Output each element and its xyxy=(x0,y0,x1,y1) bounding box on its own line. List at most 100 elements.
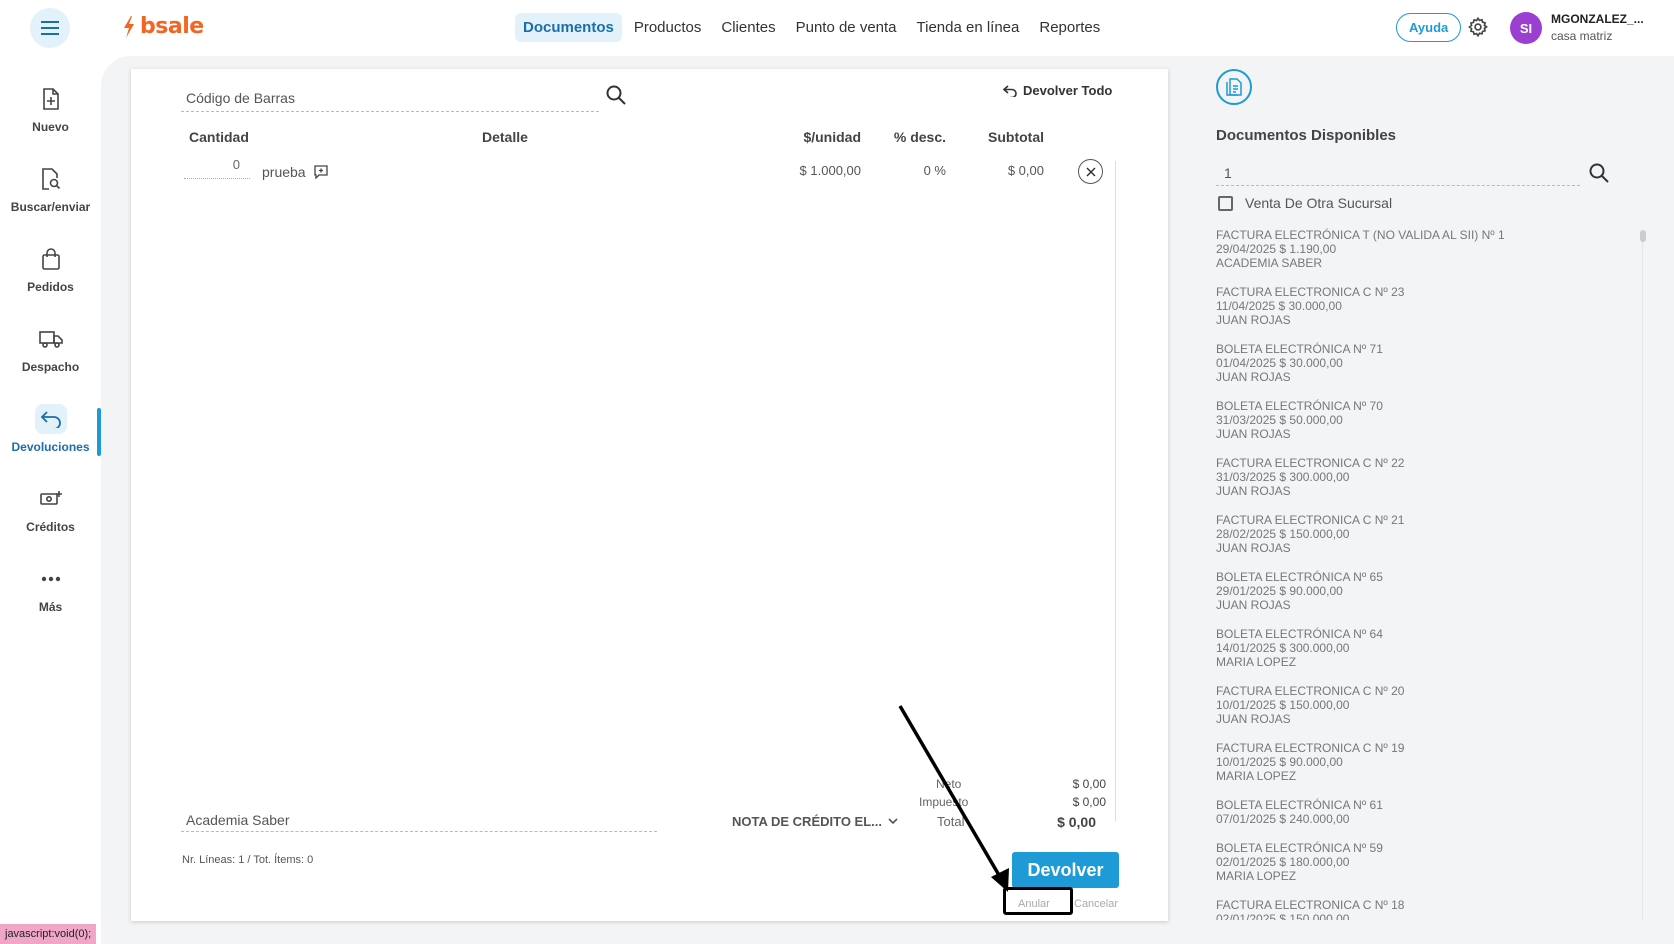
user-name[interactable]: MGONZALEZ_... xyxy=(1551,12,1644,26)
col-header-subtotal: Subtotal xyxy=(988,129,1044,145)
gear-icon xyxy=(1468,16,1488,38)
docs-search-button[interactable] xyxy=(1588,162,1610,189)
sidebar-item-buscar[interactable]: Buscar/enviar xyxy=(0,164,101,214)
col-header-discount: % desc. xyxy=(893,129,946,145)
user-branch: casa matriz xyxy=(1551,29,1613,43)
file-plus-icon xyxy=(35,84,67,114)
other-branch-label: Venta De Otra Sucursal xyxy=(1245,195,1393,211)
settings-button[interactable] xyxy=(1467,16,1489,43)
document-type-select[interactable]: NOTA DE CRÉDITO EL... xyxy=(732,814,898,829)
cancel-link[interactable]: Cancelar xyxy=(1074,898,1118,910)
scrollbar-track xyxy=(1642,230,1643,920)
sidebar-item-creditos[interactable]: Créditos xyxy=(0,484,101,534)
col-header-unit-price: $/unidad xyxy=(803,129,861,145)
sidebar-item-pedidos[interactable]: Pedidos xyxy=(0,244,101,294)
scrollbar-thumb[interactable] xyxy=(1640,230,1646,242)
row-unit-price: $ 1.000,00 xyxy=(799,163,861,178)
nav-punto-de-venta[interactable]: Punto de venta xyxy=(788,13,905,42)
other-branch-checkbox[interactable]: Venta De Otra Sucursal xyxy=(1218,195,1392,211)
total-label: Total xyxy=(937,814,965,829)
list-item[interactable]: FACTURA ELECTRÓNICA T (NO VALIDA AL SII)… xyxy=(1216,228,1628,285)
sidebar-item-devoluciones[interactable]: Devoluciones xyxy=(0,404,101,454)
total-value: $ 0,00 xyxy=(1057,814,1096,830)
barcode-input[interactable]: Código de Barras xyxy=(181,86,599,112)
list-item[interactable]: BOLETA ELECTRÓNICA Nº 71 01/04/2025 $ 30.… xyxy=(1216,342,1628,399)
list-item[interactable]: BOLETA ELECTRÓNICA Nº 59 02/01/2025 $ 180… xyxy=(1216,841,1628,898)
net-value: $ 0,00 xyxy=(1072,777,1106,791)
list-item[interactable]: FACTURA ELECTRONICA C Nº 18 02/01/2025 $ … xyxy=(1216,898,1628,920)
sidebar-item-label: Buscar/enviar xyxy=(10,200,91,214)
sidebar-item-despacho[interactable]: Despacho xyxy=(0,324,101,374)
avatar[interactable]: SI xyxy=(1510,12,1542,44)
divider xyxy=(1115,161,1116,821)
search-icon xyxy=(606,85,626,105)
top-bar: bsale Documentos Productos Clientes Punt… xyxy=(0,0,1674,56)
tax-value: $ 0,00 xyxy=(1072,795,1106,809)
quantity-input[interactable]: 0 xyxy=(184,157,250,179)
list-item[interactable]: FACTURA ELECTRONICA C Nº 20 10/01/2025 $ … xyxy=(1216,684,1628,741)
document-type-label: NOTA DE CRÉDITO EL... xyxy=(732,814,882,829)
highlight-box xyxy=(1003,887,1073,915)
product-name: prueba xyxy=(262,164,306,180)
return-arrow-icon xyxy=(34,404,67,434)
list-item[interactable]: BOLETA ELECTRÓNICA Nº 61 07/01/2025 $ 240… xyxy=(1216,798,1628,841)
sidebar-item-label: Despacho xyxy=(21,360,80,374)
col-header-quantity: Cantidad xyxy=(189,129,249,145)
hamburger-icon xyxy=(41,21,59,35)
sidebar-item-label: Devoluciones xyxy=(11,440,90,454)
documents-button[interactable] xyxy=(1216,69,1252,105)
list-item[interactable]: FACTURA ELECTRONICA C Nº 19 10/01/2025 $ … xyxy=(1216,741,1628,798)
checkbox-icon[interactable] xyxy=(1218,195,1233,211)
returns-card: Código de Barras Devolver Todo Cantidad … xyxy=(131,69,1168,921)
client-input[interactable]: Academia Saber xyxy=(181,808,657,832)
docs-search-input[interactable]: 1 xyxy=(1216,162,1580,186)
list-item[interactable]: BOLETA ELECTRÓNICA Nº 65 29/01/2025 $ 90.… xyxy=(1216,570,1628,627)
list-item[interactable]: FACTURA ELECTRONICA C Nº 23 11/04/2025 $ … xyxy=(1216,285,1628,342)
logo-text: bsale xyxy=(140,14,204,39)
top-nav: Documentos Productos Clientes Punto de v… xyxy=(515,13,1108,42)
lines-summary: Nr. Líneas: 1 / Tot. Ítems: 0 xyxy=(182,854,314,866)
list-item[interactable]: BOLETA ELECTRÓNICA Nº 70 31/03/2025 $ 50.… xyxy=(1216,399,1628,456)
list-item[interactable]: BOLETA ELECTRÓNICA Nº 64 14/01/2025 $ 300… xyxy=(1216,627,1628,684)
bsale-logo-icon xyxy=(124,15,134,38)
truck-icon xyxy=(35,324,67,354)
barcode-search-button[interactable] xyxy=(605,84,627,111)
money-icon xyxy=(35,484,67,514)
status-bar: javascript:void(0); xyxy=(0,924,97,944)
file-search-icon xyxy=(35,164,67,194)
search-icon xyxy=(1589,163,1609,183)
sidebar-item-mas[interactable]: Más xyxy=(0,564,101,614)
tax-label: Impuesto xyxy=(919,795,969,809)
more-dots-icon xyxy=(35,564,67,594)
return-arrow-icon xyxy=(1003,84,1017,97)
return-button[interactable]: Devolver xyxy=(1012,852,1119,888)
sidebar: Nuevo Buscar/enviar Pedidos Despacho Dev… xyxy=(0,56,101,944)
logo[interactable]: bsale xyxy=(122,14,204,39)
nav-clientes[interactable]: Clientes xyxy=(713,13,783,42)
menu-button[interactable] xyxy=(30,8,70,48)
shopping-bag-icon xyxy=(35,244,67,274)
list-item[interactable]: FACTURA ELECTRONICA C Nº 21 28/02/2025 $ … xyxy=(1216,513,1628,570)
return-all-label: Devolver Todo xyxy=(1023,83,1113,98)
sidebar-item-label: Créditos xyxy=(26,520,75,534)
row-detail: prueba xyxy=(262,164,328,180)
list-item[interactable]: FACTURA ELECTRONICA C Nº 22 31/03/2025 $ … xyxy=(1216,456,1628,513)
row-subtotal: $ 0,00 xyxy=(1007,163,1044,178)
row-discount[interactable]: 0 % xyxy=(876,163,946,178)
nav-tienda-en-linea[interactable]: Tienda en línea xyxy=(909,13,1028,42)
add-comment-icon[interactable] xyxy=(313,165,328,179)
document-icon xyxy=(1226,78,1242,96)
chevron-down-icon xyxy=(888,818,898,825)
col-header-detail: Detalle xyxy=(482,129,528,145)
return-all-button[interactable]: Devolver Todo xyxy=(1003,83,1112,98)
nav-productos[interactable]: Productos xyxy=(626,13,710,42)
sidebar-item-label: Más xyxy=(38,600,63,614)
nav-reportes[interactable]: Reportes xyxy=(1031,13,1108,42)
available-docs-title: Documentos Disponibles xyxy=(1216,127,1397,144)
net-label: Neto xyxy=(936,777,962,791)
nav-documentos[interactable]: Documentos xyxy=(515,13,622,42)
remove-row-button[interactable] xyxy=(1078,159,1103,184)
sidebar-item-label: Pedidos xyxy=(27,280,74,294)
sidebar-item-nuevo[interactable]: Nuevo xyxy=(0,84,101,134)
help-button[interactable]: Ayuda xyxy=(1396,13,1462,42)
